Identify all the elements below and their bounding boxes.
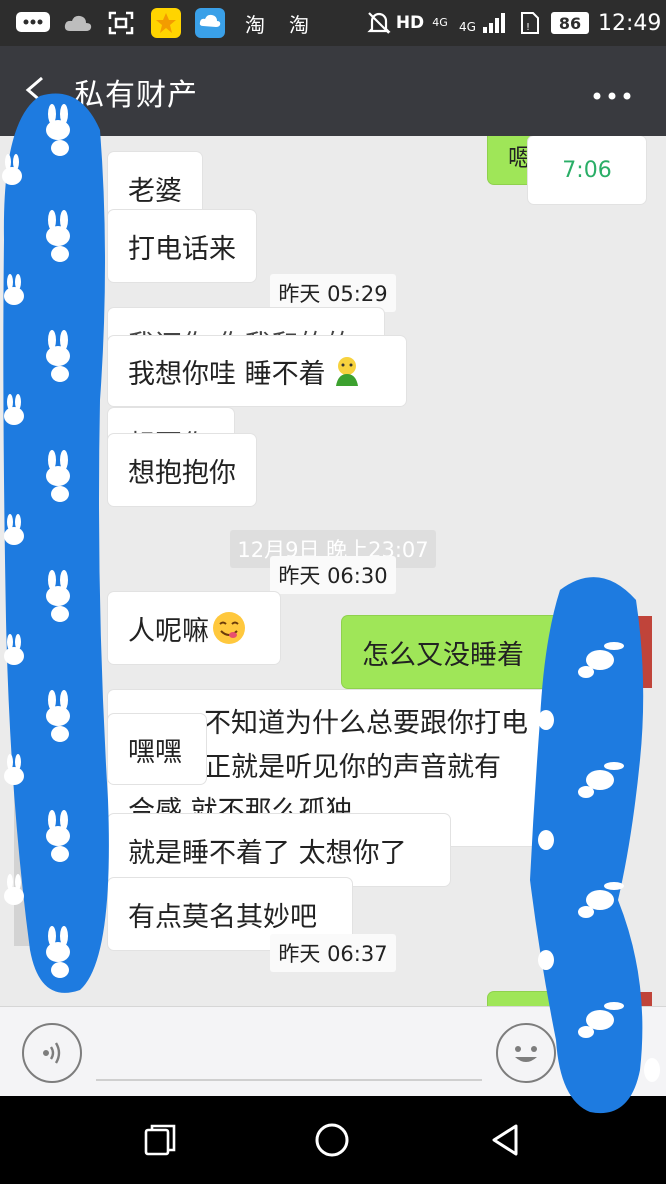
scribble-overlay xyxy=(2,93,660,1114)
bunny-icon xyxy=(4,874,24,905)
